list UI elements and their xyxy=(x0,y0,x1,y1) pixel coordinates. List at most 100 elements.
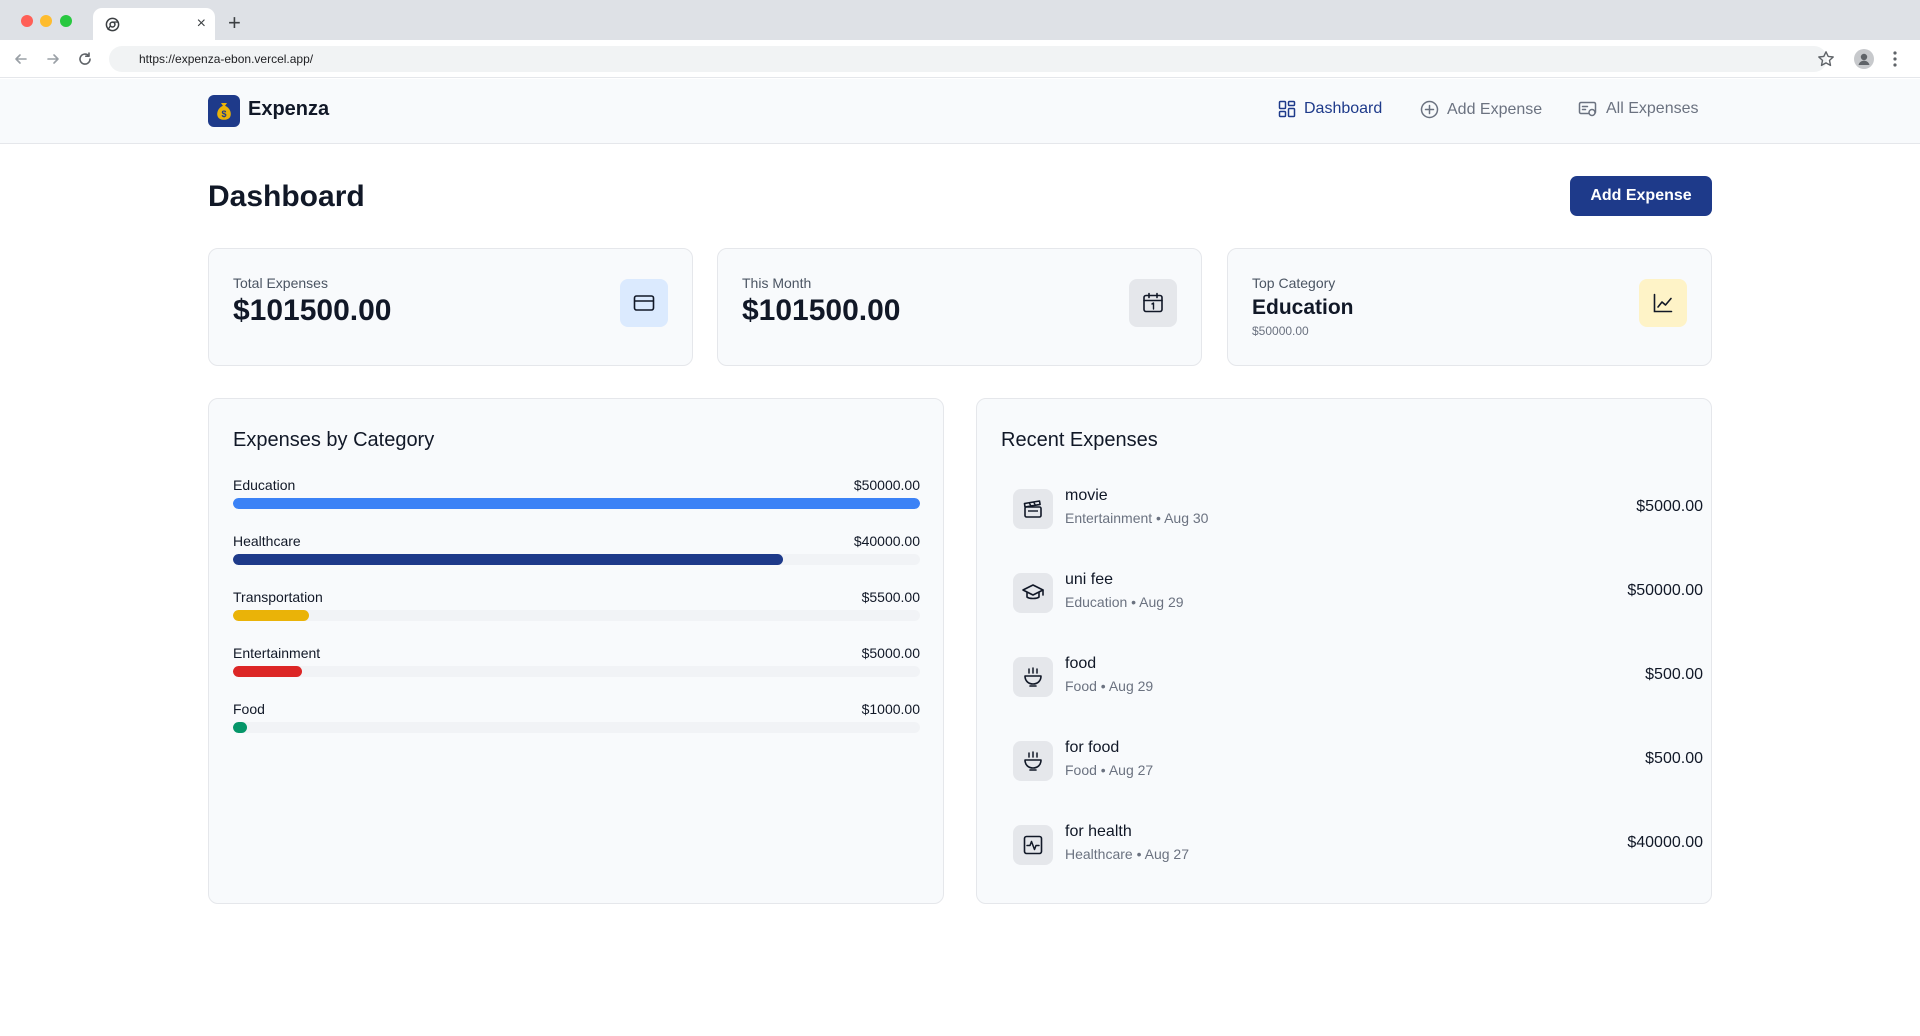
forward-arrow-icon[interactable] xyxy=(44,50,62,68)
bookmark-star-icon[interactable] xyxy=(1816,49,1836,69)
top-category-name: Education xyxy=(1252,296,1354,319)
bowl-icon xyxy=(1013,741,1053,781)
category-bar-track xyxy=(233,722,920,733)
back-arrow-icon[interactable] xyxy=(12,50,30,68)
category-bar-fill xyxy=(233,610,309,621)
category-amount: $50000.00 xyxy=(853,477,920,493)
recent-expenses-panel: Recent Expenses movie Entertainment • Au… xyxy=(976,398,1712,904)
stat-value: $101500.00 xyxy=(233,294,392,327)
category-amount: $5000.00 xyxy=(861,645,920,661)
category-row: Food $1000.00 xyxy=(233,701,920,741)
tab-close-icon[interactable]: × xyxy=(197,14,206,34)
app-header: $ Expenza Dashboard Add Expense All Expe… xyxy=(0,79,1920,144)
category-bar-track xyxy=(233,666,920,677)
window-close-button[interactable] xyxy=(21,15,33,27)
stat-card-total: Total Expenses $101500.00 xyxy=(208,248,693,366)
expenses-by-category-panel: Expenses by Category Education $50000.00… xyxy=(208,398,944,904)
category-amount: $1000.00 xyxy=(861,701,920,717)
nav-dashboard[interactable]: Dashboard xyxy=(1278,100,1382,118)
stat-value: $101500.00 xyxy=(742,294,901,327)
category-bar-track xyxy=(233,498,920,509)
new-tab-button[interactable]: + xyxy=(228,10,241,36)
category-amount: $40000.00 xyxy=(853,533,920,549)
nav-all-expenses[interactable]: All Expenses xyxy=(1578,100,1699,118)
expense-meta: Education • Aug 29 xyxy=(1065,594,1184,610)
stat-label: Top Category xyxy=(1252,275,1336,291)
receipt-icon xyxy=(1578,101,1597,117)
expense-title: for food xyxy=(1065,739,1120,756)
category-row: Healthcare $40000.00 xyxy=(233,533,920,573)
person-icon xyxy=(1858,53,1870,65)
category-bar-fill xyxy=(233,554,783,565)
category-amount: $5500.00 xyxy=(861,589,920,605)
expense-amount: $500.00 xyxy=(1645,750,1703,767)
clapperboard-icon xyxy=(1013,489,1053,529)
add-expense-button[interactable]: Add Expense xyxy=(1570,176,1712,216)
nav-add-expense-label: Add Expense xyxy=(1447,100,1543,118)
graduation-cap-icon xyxy=(1013,573,1053,613)
expense-meta: Entertainment • Aug 30 xyxy=(1065,510,1209,526)
reload-icon[interactable] xyxy=(76,50,94,68)
browser-menu-icon[interactable] xyxy=(1892,49,1898,69)
category-bar-track xyxy=(233,610,920,621)
plus-circle-icon xyxy=(1420,100,1439,119)
chart-line-icon xyxy=(1639,279,1687,327)
category-bar-fill xyxy=(233,666,302,677)
page-title: Dashboard xyxy=(208,180,365,213)
expense-row[interactable]: food Food • Aug 29 $500.00 xyxy=(1013,649,1703,705)
url-text: https://expenza-ebon.vercel.app/ xyxy=(139,52,314,66)
svg-text:$: $ xyxy=(221,109,226,119)
stat-card-month: This Month $101500.00 xyxy=(717,248,1202,366)
expense-title: movie xyxy=(1065,487,1108,504)
browser-toolbar: https://expenza-ebon.vercel.app/ xyxy=(0,40,1920,78)
expense-row[interactable]: for food Food • Aug 27 $500.00 xyxy=(1013,733,1703,789)
health-pulse-icon xyxy=(1013,825,1053,865)
expense-row[interactable]: uni fee Education • Aug 29 $50000.00 xyxy=(1013,565,1703,621)
category-bar-fill xyxy=(233,722,247,733)
category-bar-fill xyxy=(233,498,920,509)
category-name: Food xyxy=(233,701,265,717)
calendar-icon xyxy=(1129,279,1177,327)
grid-icon xyxy=(1278,100,1296,118)
credit-card-icon xyxy=(620,279,668,327)
bowl-icon xyxy=(1013,657,1053,697)
profile-avatar-icon[interactable] xyxy=(1854,49,1874,69)
category-bar-track xyxy=(233,554,920,565)
section-title: Expenses by Category xyxy=(233,429,435,451)
expense-amount: $40000.00 xyxy=(1627,834,1703,851)
stat-label: Total Expenses xyxy=(233,275,328,291)
top-category-amount: $50000.00 xyxy=(1252,324,1309,338)
nav-add-expense[interactable]: Add Expense xyxy=(1420,100,1542,119)
category-name: Entertainment xyxy=(233,645,321,661)
section-title: Recent Expenses xyxy=(1001,429,1158,451)
window-minimize-button[interactable] xyxy=(40,15,52,27)
expense-amount: $500.00 xyxy=(1645,666,1703,683)
browser-tab-bar: × + xyxy=(0,0,1920,40)
window-maximize-button[interactable] xyxy=(60,15,72,27)
category-name: Healthcare xyxy=(233,533,301,549)
address-bar[interactable]: https://expenza-ebon.vercel.app/ xyxy=(109,46,1827,72)
expense-meta: Food • Aug 29 xyxy=(1065,678,1154,694)
category-name: Education xyxy=(233,477,296,493)
expense-row[interactable]: for health Healthcare • Aug 27 $40000.00 xyxy=(1013,817,1703,873)
expense-row[interactable]: movie Entertainment • Aug 30 $5000.00 xyxy=(1013,481,1703,537)
category-name: Transportation xyxy=(233,589,323,605)
expense-title: food xyxy=(1065,655,1097,672)
expense-title: for health xyxy=(1065,823,1132,840)
stat-card-top-category: Top Category Education $50000.00 xyxy=(1227,248,1712,366)
nav-dashboard-label: Dashboard xyxy=(1304,100,1383,117)
stat-label: This Month xyxy=(742,275,812,291)
money-bag-icon[interactable]: $ xyxy=(208,95,240,127)
category-row: Transportation $5500.00 xyxy=(233,589,920,629)
browser-tab[interactable]: × xyxy=(93,8,215,40)
brand-name[interactable]: Expenza xyxy=(248,98,329,121)
category-row: Entertainment $5000.00 xyxy=(233,645,920,685)
expense-amount: $50000.00 xyxy=(1627,582,1703,599)
expense-meta: Healthcare • Aug 27 xyxy=(1065,846,1189,862)
expense-title: uni fee xyxy=(1065,571,1114,588)
chrome-favicon-icon xyxy=(105,17,120,32)
expense-meta: Food • Aug 27 xyxy=(1065,762,1154,778)
expense-amount: $5000.00 xyxy=(1636,498,1703,515)
nav-all-expenses-label: All Expenses xyxy=(1606,100,1699,117)
category-row: Education $50000.00 xyxy=(233,477,920,517)
